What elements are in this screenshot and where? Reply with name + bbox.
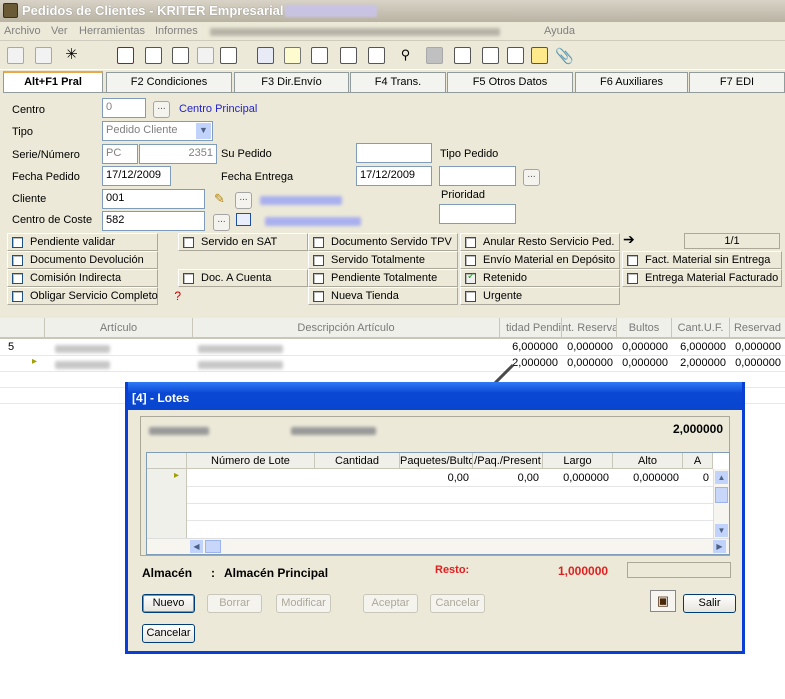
scroll-down-icon[interactable]: ▼ xyxy=(715,524,728,537)
col-paquetes-bulto[interactable]: Paquetes/Bulto xyxy=(400,453,473,469)
almacen-value: Almacén Principal xyxy=(224,566,329,580)
cell[interactable]: 0,00 xyxy=(473,470,543,486)
scroll-thumb[interactable] xyxy=(205,540,221,553)
lotes-panel: 2,000000 Número de Lote Cantidad Paquete… xyxy=(140,416,730,556)
scroll-left-icon[interactable]: ◀ xyxy=(190,540,203,553)
nuevo-button[interactable]: Nuevo xyxy=(142,594,195,613)
vertical-scrollbar[interactable]: ▲ ▼ xyxy=(713,469,729,539)
lotes-dialog: [4] - Lotes 2,000000 Número de Lote Cant… xyxy=(125,382,745,654)
lotes-grid: Número de Lote Cantidad Paquetes/Bulto /… xyxy=(146,452,730,555)
cash-register-icon[interactable]: ▣ xyxy=(650,590,676,612)
row-line xyxy=(187,520,713,521)
row-pointer-icon: ▸ xyxy=(174,470,180,481)
almacen-separator: : xyxy=(211,566,215,580)
cell[interactable]: 0,00 xyxy=(400,470,473,486)
cell[interactable]: 0,000000 xyxy=(613,470,683,486)
borrar-button[interactable]: Borrar xyxy=(207,594,262,613)
col-numero-lote[interactable]: Número de Lote xyxy=(187,453,315,469)
aceptar-button[interactable]: Aceptar xyxy=(363,594,418,613)
lotes-total: 2,000000 xyxy=(672,422,723,436)
col-ancho[interactable]: A xyxy=(683,453,713,469)
modificar-button[interactable]: Modificar xyxy=(276,594,331,613)
resto-label: Resto: xyxy=(435,564,470,576)
salir-button[interactable]: Salir xyxy=(683,594,736,613)
cell[interactable]: 0 xyxy=(683,470,713,486)
col-largo[interactable]: Largo xyxy=(543,453,613,469)
grid-corner xyxy=(147,453,187,469)
articulo-name-blurred xyxy=(291,427,376,435)
cancelar-button[interactable]: Cancelar xyxy=(142,624,195,643)
row-line xyxy=(187,503,713,504)
horizontal-scrollbar[interactable]: ◀ ▶ xyxy=(147,538,729,554)
almacen-label: Almacén xyxy=(142,566,193,580)
dialog-title: [4] - Lotes xyxy=(128,382,742,410)
col-alto[interactable]: Alto xyxy=(613,453,683,469)
scroll-thumb[interactable] xyxy=(715,487,728,503)
scroll-up-icon[interactable]: ▲ xyxy=(715,471,728,484)
col-cantidad[interactable]: Cantidad xyxy=(315,453,400,469)
cancelar-button-disabled[interactable]: Cancelar xyxy=(430,594,485,613)
row-headers: ▸ xyxy=(147,469,187,539)
articulo-code-blurred xyxy=(149,427,209,435)
scroll-right-icon[interactable]: ▶ xyxy=(713,540,726,553)
resto-value: 1,000000 xyxy=(558,564,609,578)
col-paq-present[interactable]: /Paq./Present xyxy=(473,453,543,469)
status-box xyxy=(627,562,731,578)
cell[interactable]: 0,000000 xyxy=(543,470,613,486)
row-line xyxy=(187,486,713,487)
